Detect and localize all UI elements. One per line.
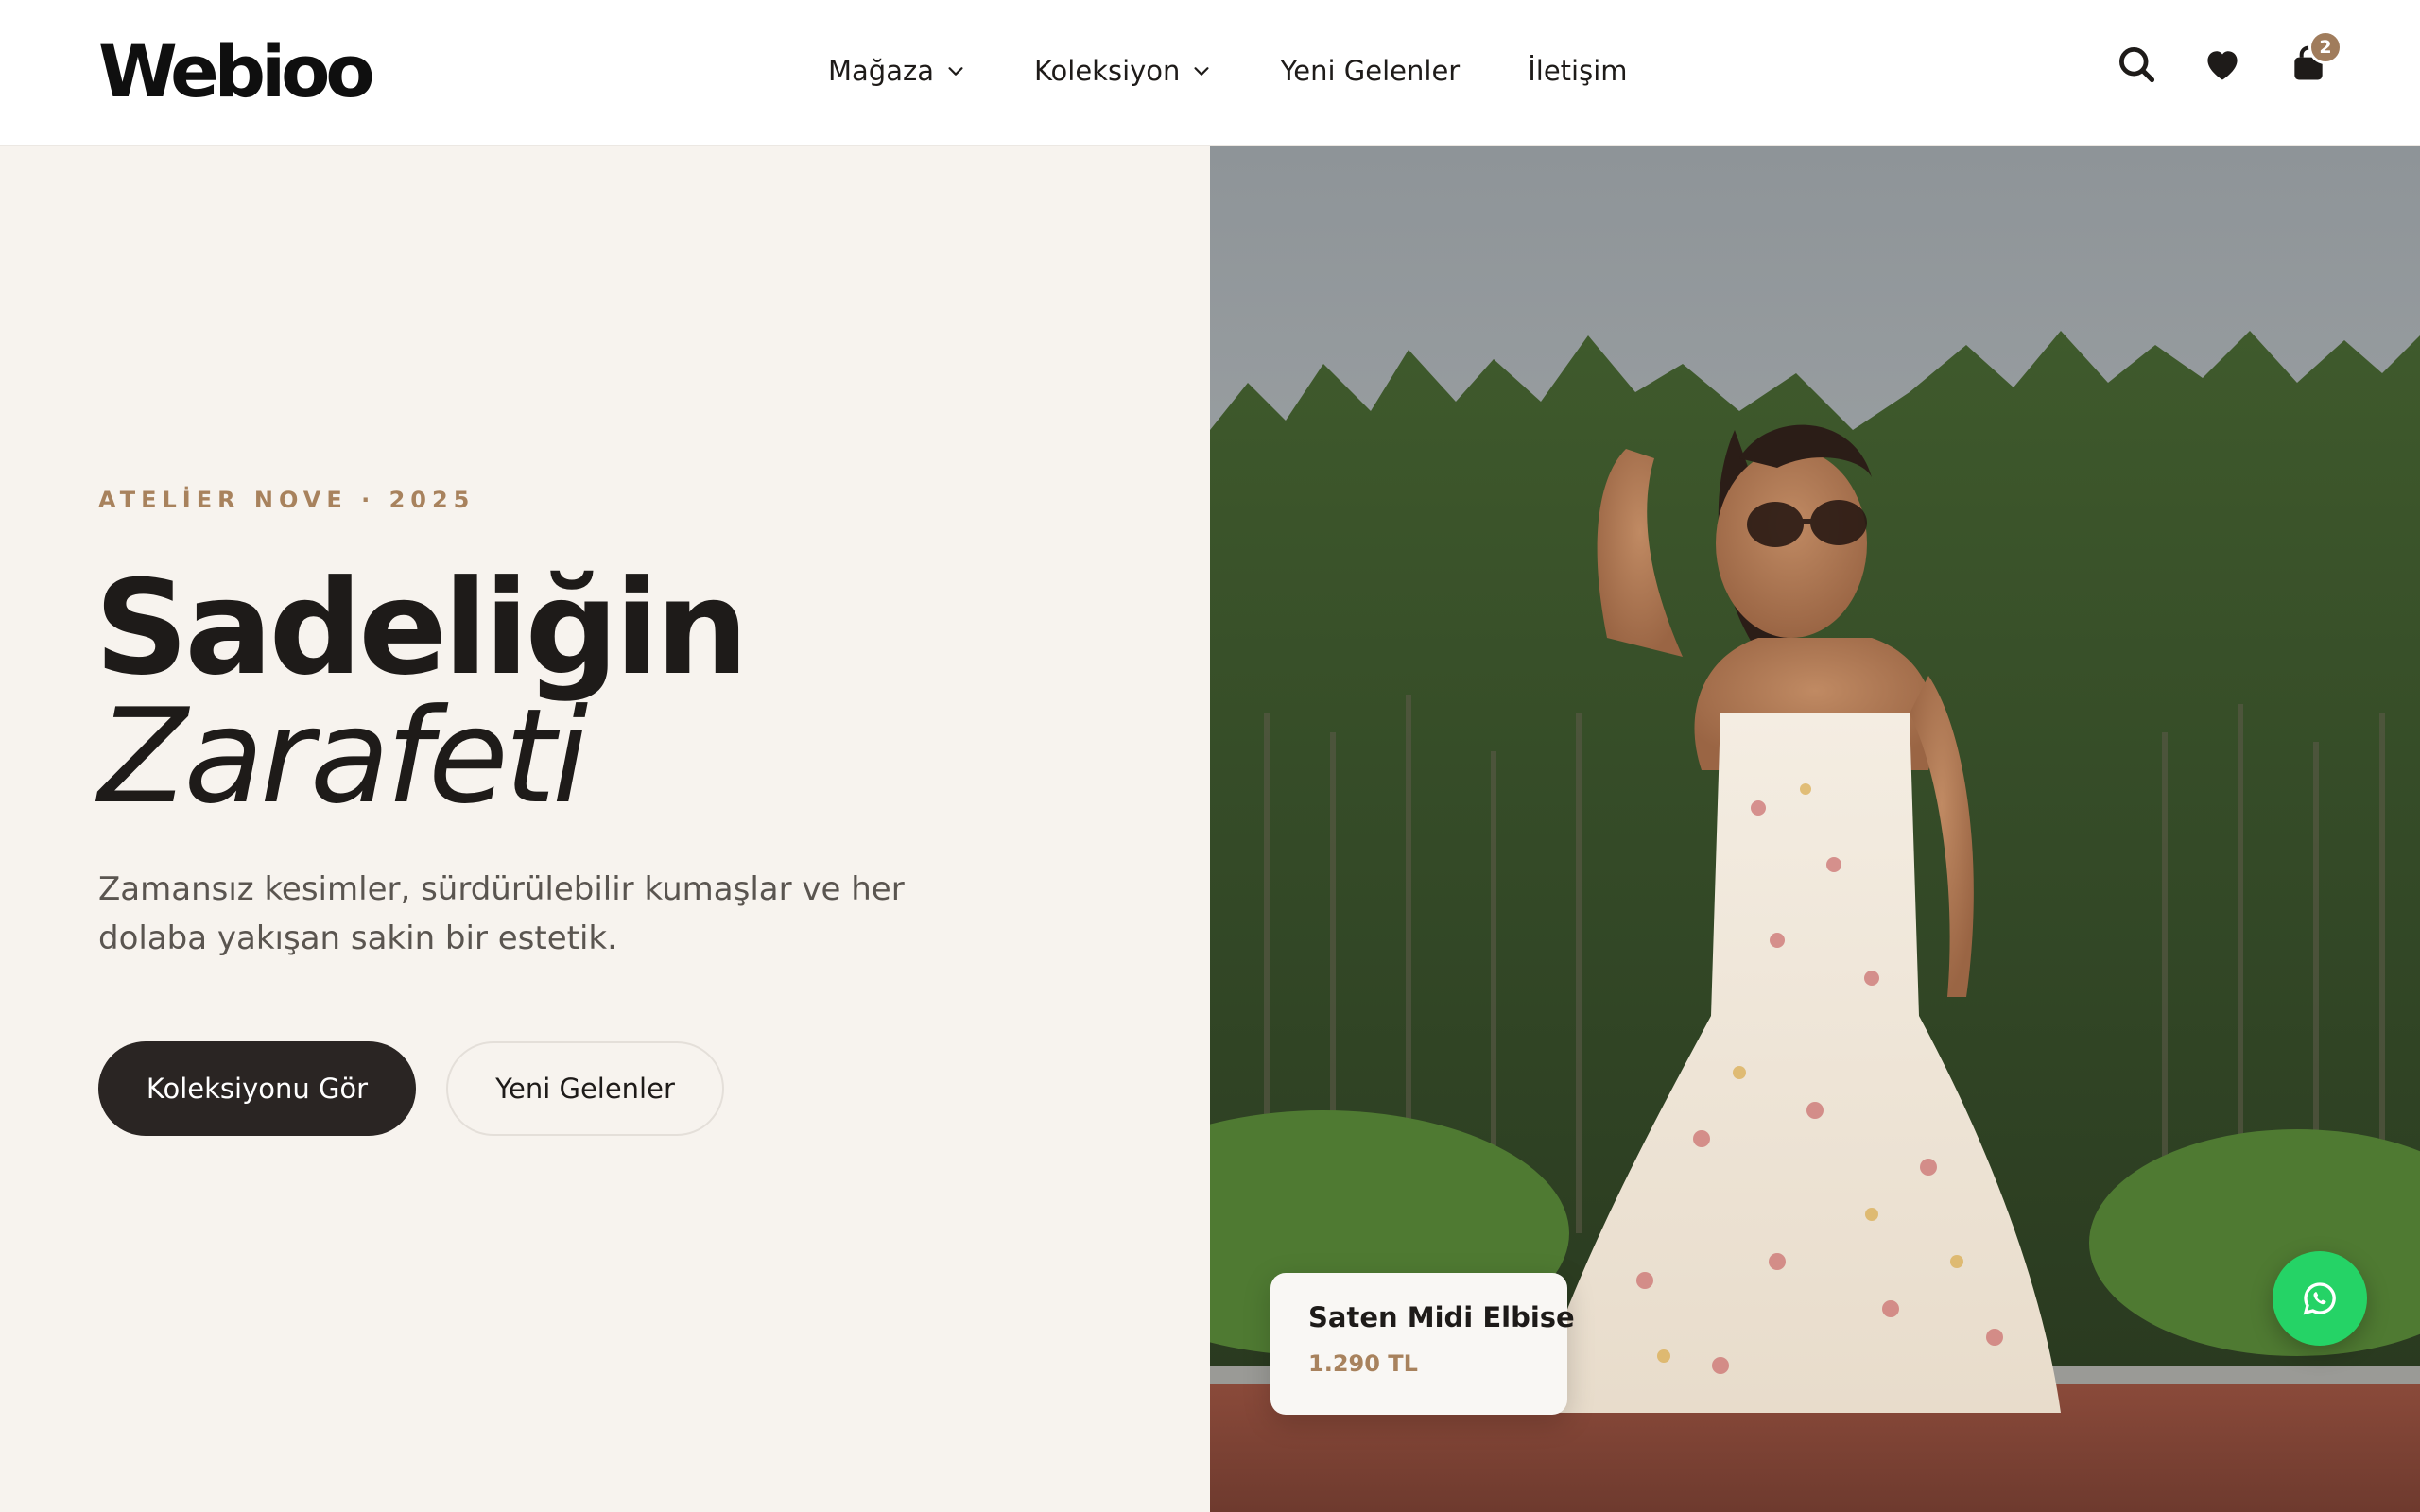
product-name: Saten Midi Elbise (1308, 1301, 1575, 1333)
new-arrivals-button[interactable]: Yeni Gelenler (446, 1041, 724, 1136)
hero-description: Zamansız kesimler, sürdürülebilir kumaşl… (98, 870, 905, 957)
hero-text-panel: ATELİER NOVE · 2025 Sadeliğin Zarafeti Z… (0, 146, 1210, 1512)
search-icon (2119, 47, 2155, 83)
hero-title-line2: Zarafeti (98, 680, 588, 833)
nav-item-label: Yeni Gelenler (1280, 55, 1461, 87)
brand-logo[interactable]: Webioo (98, 34, 375, 110)
product-price: 1.290 TL (1308, 1350, 1418, 1377)
cart-count-badge: 2 (2308, 30, 2342, 64)
heart-icon (2207, 51, 2238, 80)
nav-item-iletisim[interactable]: İletişim (1528, 55, 1627, 87)
view-collection-button[interactable]: Koleksiyonu Gör (98, 1041, 416, 1136)
nav-item-koleksiyon[interactable]: Koleksiyon (1034, 55, 1212, 87)
nav-item-label: Koleksiyon (1033, 55, 1181, 87)
product-card[interactable]: Saten Midi Elbise 1.290 TL (1270, 1273, 1575, 1415)
header-actions: 2 (2071, 30, 2342, 85)
search-button[interactable] (2116, 43, 2157, 85)
main-nav: Mağaza Koleksiyon Yeni Gelenler İletişim (828, 47, 1628, 94)
nav-item-label: Mağaza (828, 55, 934, 87)
wishlist-button[interactable] (2202, 43, 2243, 85)
site-header: Webioo Mağaza Koleksiyon Yeni Gelenler İ… (0, 0, 2420, 146)
hero-eyebrow: ATELİER NOVE · 2025 (98, 487, 475, 513)
chevron-down-icon (948, 67, 963, 76)
cart-button[interactable]: 2 (2288, 30, 2342, 85)
nav-item-magaza[interactable]: Mağaza (828, 55, 966, 87)
chevron-down-icon (1194, 67, 1209, 76)
nav-item-yeni-gelenler[interactable]: Yeni Gelenler (1280, 55, 1460, 87)
nav-item-label: İletişim (1528, 55, 1628, 87)
whatsapp-icon (2303, 1282, 2336, 1315)
whatsapp-button[interactable] (2273, 1251, 2367, 1346)
